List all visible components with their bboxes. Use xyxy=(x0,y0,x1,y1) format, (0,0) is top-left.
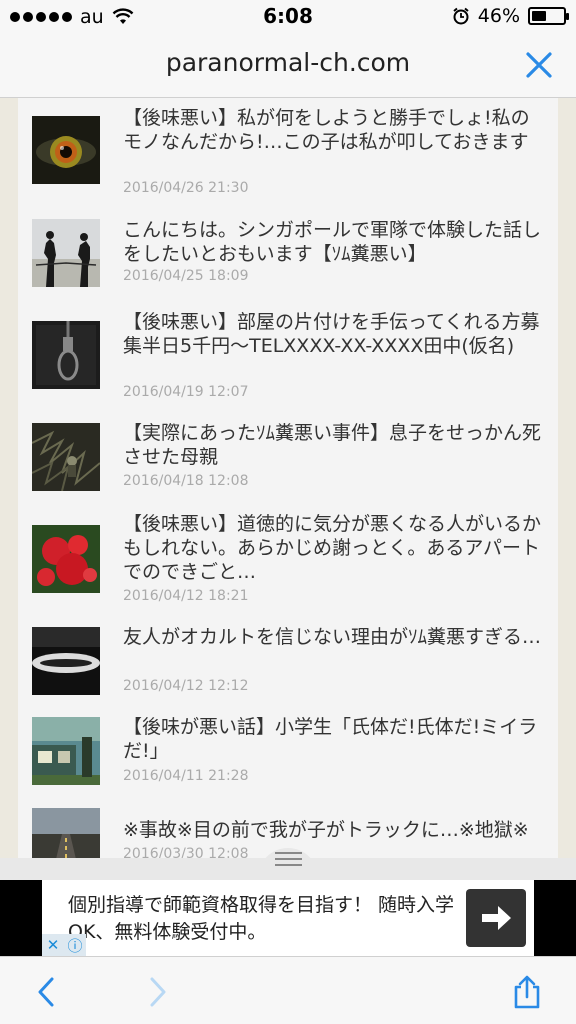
red-flower-thumbnail[interactable] xyxy=(32,525,100,593)
article-title[interactable]: 【後味悪い】道徳的に気分が悪くなる人がいるかもしれない。あらかじめ謝っとく。ある… xyxy=(123,512,548,584)
article-date: 2016/04/12 18:21 xyxy=(123,588,249,604)
ad-banner[interactable]: 個別指導で師範資格取得を目指す！ 随時入学OK、無料体験受付中。 xyxy=(0,880,576,956)
article-date: 2016/04/26 21:30 xyxy=(123,180,249,196)
ad-info-icon[interactable]: ⓘ xyxy=(64,934,86,956)
ad-close-icon[interactable]: ✕ xyxy=(42,934,64,956)
article-title[interactable]: 【後味悪い】私が何をしようと勝手でしょ!私のモノなんだから!…この子は私が叩して… xyxy=(123,106,548,154)
ad-badges: ✕ ⓘ xyxy=(42,934,86,956)
article-title[interactable]: 【後味が悪い話】小学生「氏体だ!氏体だ!ミイラだ!」 xyxy=(123,715,548,763)
chevron-left-icon[interactable] xyxy=(30,975,64,1009)
bottom-toolbar xyxy=(0,956,576,1024)
battery-percent: 46% xyxy=(477,5,520,27)
article-date: 2016/04/11 21:28 xyxy=(123,768,249,784)
url-text[interactable]: paranormal-ch.com xyxy=(0,48,576,77)
dark-landscape-thumbnail[interactable] xyxy=(32,627,100,695)
article-title[interactable]: 友人がオカルトを信じない理由がｿﾑ糞悪すぎる… xyxy=(123,625,548,649)
close-icon[interactable] xyxy=(522,48,556,82)
article-date: 2016/04/18 12:08 xyxy=(123,473,249,489)
battery-icon xyxy=(528,7,569,25)
article-list: 【後味悪い】私が何をしようと勝手でしょ!私のモノなんだから!…この子は私が叩して… xyxy=(18,98,558,858)
article-date: 2016/04/25 18:09 xyxy=(123,268,249,284)
article-date: 2016/03/30 12:08 xyxy=(123,846,249,858)
status-right: 46% xyxy=(452,5,569,27)
ad-text[interactable]: 個別指導で師範資格取得を目指す！ 随時入学OK、無料体験受付中。 xyxy=(68,892,468,946)
article-title[interactable]: こんにちは。シンガポールで軍隊で体験した話しをしたいとおもいます【ｿﾑ糞悪い】 xyxy=(123,218,548,266)
article-date: 2016/04/19 12:07 xyxy=(123,384,249,400)
article-title[interactable]: 【後味悪い】部屋の片付けを手伝ってくれる方募集半日5千円〜TELXXXX-XX-… xyxy=(123,310,548,358)
forest-thumbnail[interactable] xyxy=(32,423,100,491)
road-thumbnail[interactable] xyxy=(32,808,100,858)
arrow-right-icon[interactable] xyxy=(466,889,526,947)
status-bar: au 6:08 46% xyxy=(0,0,576,34)
share-icon[interactable] xyxy=(510,975,544,1009)
house-thumbnail[interactable] xyxy=(32,717,100,785)
ad-content[interactable]: 個別指導で師範資格取得を目指す！ 随時入学OK、無料体験受付中。 xyxy=(42,880,534,956)
article-title[interactable]: 【実際にあったｿﾑ糞悪い事件】息子をせっかん死させた母親 xyxy=(123,421,548,469)
content-frame: 【後味悪い】私が何をしようと勝手でしょ!私のモノなんだから!…この子は私が叩して… xyxy=(0,98,576,858)
chevron-right-icon[interactable] xyxy=(140,975,174,1009)
article-date: 2016/04/12 12:12 xyxy=(123,678,249,694)
alarm-icon xyxy=(453,7,469,25)
menu-icon[interactable] xyxy=(275,852,302,870)
url-bar: paranormal-ch.com xyxy=(0,34,576,98)
noose-thumbnail[interactable] xyxy=(32,321,100,389)
silhouette-thumbnail[interactable] xyxy=(32,219,100,287)
eye-thumbnail[interactable] xyxy=(32,116,100,184)
article-title[interactable]: ※事故※目の前で我が子がトラックに…※地獄※ xyxy=(123,818,548,842)
battery-fill xyxy=(532,11,546,21)
